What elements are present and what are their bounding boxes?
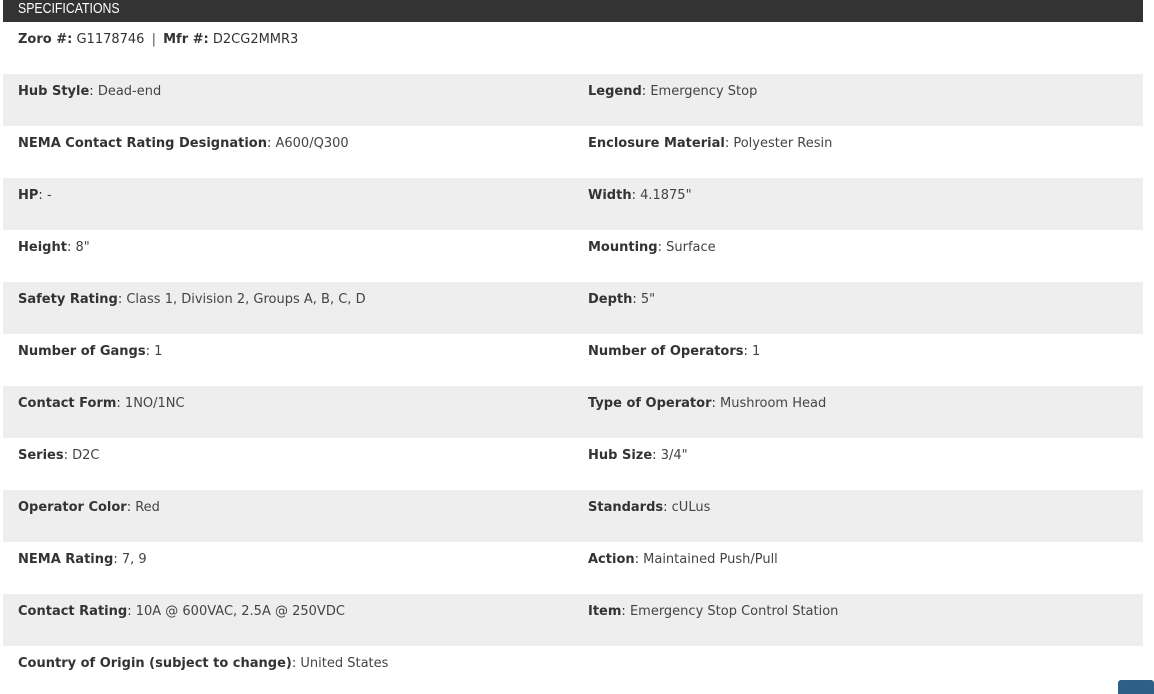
spec-left-cell: Safety Rating: Class 1, Division 2, Grou… — [18, 292, 366, 307]
specifications-page: SPECIFICATIONS Zoro #: G1178746 | Mfr #:… — [0, 0, 1154, 694]
spec-label: Number of Gangs — [18, 344, 146, 359]
spec-label: Safety Rating — [18, 292, 118, 307]
spec-left-cell: Contact Rating: 10A @ 600VAC, 2.5A @ 250… — [18, 604, 345, 619]
spec-left-cell: HP: - — [18, 188, 52, 203]
spec-left-cell: Number of Gangs: 1 — [18, 344, 163, 359]
spec-row: Height: 8" Mounting: Surface — [3, 230, 1143, 282]
spec-label: Contact Form — [18, 396, 117, 411]
spec-value: Mushroom Head — [720, 396, 827, 411]
spec-value: cULus — [671, 500, 711, 515]
scroll-to-top-button[interactable] — [1118, 680, 1154, 694]
spec-row: Hub Style: Dead-end Legend: Emergency Sto… — [3, 74, 1143, 126]
spec-value: Polyester Resin — [733, 136, 833, 151]
mfr-number-value: D2CG2MMR3 — [212, 32, 299, 47]
spec-table: Hub Style: Dead-end Legend: Emergency Sto… — [3, 74, 1143, 694]
section-title: SPECIFICATIONS — [18, 0, 120, 17]
spec-value: 4.1875" — [640, 188, 692, 203]
spec-label: Item — [588, 604, 622, 619]
spec-left-cell: Operator Color: Red — [18, 500, 160, 515]
spec-row: Country of Origin (subject to change): U… — [3, 646, 1143, 694]
spec-label: Standards — [588, 500, 664, 515]
spec-right-cell: Number of Operators: 1 — [588, 344, 761, 359]
spec-row: Contact Form: 1NO/1NC Type of Operator: M… — [3, 386, 1143, 438]
spec-label: Mounting — [588, 240, 658, 255]
spec-left-cell: Hub Style: Dead-end — [18, 84, 162, 99]
spec-row: Contact Rating: 10A @ 600VAC, 2.5A @ 250… — [3, 594, 1143, 646]
spec-label: Enclosure Material — [588, 136, 725, 151]
spec-label: NEMA Contact Rating Designation — [18, 136, 267, 151]
spec-row: Operator Color: Red Standards: cULus — [3, 490, 1143, 542]
spec-row: NEMA Rating: 7, 9 Action: Maintained Push… — [3, 542, 1143, 594]
spec-label: Depth — [588, 292, 633, 307]
spec-value: 10A @ 600VAC, 2.5A @ 250VDC — [135, 604, 345, 619]
spec-value: Maintained Push/Pull — [643, 552, 778, 567]
spec-row: Series: D2C Hub Size: 3/4" — [3, 438, 1143, 490]
spec-left-cell: NEMA Rating: 7, 9 — [18, 552, 147, 567]
spec-left-cell: Height: 8" — [18, 240, 90, 255]
zoro-number-value: G1178746 — [76, 32, 145, 47]
spec-value: Class 1, Division 2, Groups A, B, C, D — [126, 292, 366, 307]
spec-value: United States — [300, 656, 389, 671]
spec-label: Contact Rating — [18, 604, 128, 619]
spec-right-cell: Type of Operator: Mushroom Head — [588, 396, 827, 411]
spec-value: Red — [135, 500, 160, 515]
spec-right-cell: Item: Emergency Stop Control Station — [588, 604, 839, 619]
mfr-number-label: Mfr #: — [163, 32, 209, 47]
spec-value: Emergency Stop — [650, 84, 758, 99]
spec-value: 7, 9 — [121, 552, 147, 567]
spec-label: Height — [18, 240, 67, 255]
spec-row: HP: - Width: 4.1875" — [3, 178, 1143, 230]
spec-value: - — [46, 188, 52, 203]
spec-label: Operator Color — [18, 500, 127, 515]
spec-left-cell: Country of Origin (subject to change): U… — [18, 656, 389, 671]
spec-row: Safety Rating: Class 1, Division 2, Grou… — [3, 282, 1143, 334]
spec-label: Width — [588, 188, 632, 203]
spec-label: Hub Style — [18, 84, 90, 99]
spec-label: NEMA Rating — [18, 552, 114, 567]
spec-right-cell: Legend: Emergency Stop — [588, 84, 758, 99]
spec-left-cell: NEMA Contact Rating Designation: A600/Q3… — [18, 136, 349, 151]
spec-value: 5" — [640, 292, 656, 307]
spec-value: 1 — [154, 344, 163, 359]
spec-row: NEMA Contact Rating Designation: A600/Q3… — [3, 126, 1143, 178]
spec-label: Hub Size — [588, 448, 653, 463]
spec-value: 1 — [752, 344, 761, 359]
spec-left-cell: Contact Form: 1NO/1NC — [18, 396, 185, 411]
id-separator: | — [151, 32, 156, 47]
spec-value: Dead-end — [97, 84, 162, 99]
spec-value: D2C — [72, 448, 100, 463]
spec-value: A600/Q300 — [275, 136, 349, 151]
spec-label: HP — [18, 188, 39, 203]
spec-value: 8" — [75, 240, 90, 255]
spec-label: Type of Operator — [588, 396, 712, 411]
spec-value: 1NO/1NC — [124, 396, 185, 411]
specifications-header: SPECIFICATIONS — [3, 0, 1143, 22]
zoro-number-label: Zoro #: — [18, 32, 73, 47]
spec-label: Country of Origin (subject to change) — [18, 656, 292, 671]
spec-right-cell: Standards: cULus — [588, 500, 711, 515]
spec-value: Emergency Stop Control Station — [629, 604, 839, 619]
spec-left-cell: Series: D2C — [18, 448, 100, 463]
spec-right-cell: Enclosure Material: Polyester Resin — [588, 136, 833, 151]
spec-value: 3/4" — [660, 448, 688, 463]
spec-row: Number of Gangs: 1 Number of Operators: 1 — [3, 334, 1143, 386]
spec-label: Legend — [588, 84, 642, 99]
spec-right-cell: Width: 4.1875" — [588, 188, 692, 203]
spec-value: Surface — [666, 240, 716, 255]
spec-label: Action — [588, 552, 635, 567]
spec-right-cell: Depth: 5" — [588, 292, 656, 307]
part-numbers: Zoro #: G1178746 | Mfr #: D2CG2MMR3 — [18, 31, 298, 49]
spec-right-cell: Action: Maintained Push/Pull — [588, 552, 778, 567]
spec-right-cell: Mounting: Surface — [588, 240, 716, 255]
spec-right-cell: Hub Size: 3/4" — [588, 448, 688, 463]
spec-label: Series — [18, 448, 64, 463]
spec-label: Number of Operators — [588, 344, 744, 359]
